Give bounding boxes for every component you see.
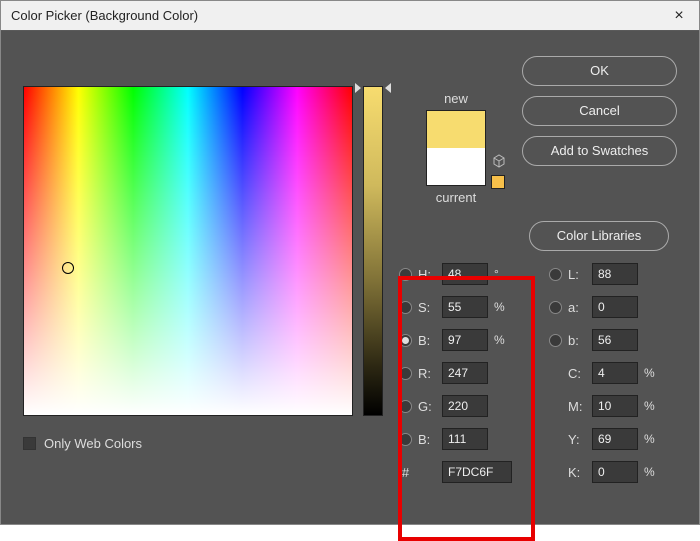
b-lab-input[interactable]: 56 xyxy=(592,329,638,351)
color-swatch-pair xyxy=(426,110,486,186)
blue-radio[interactable] xyxy=(399,433,412,446)
hue-unit: ° xyxy=(494,267,510,281)
hsb-rgb-column: H: 48 ° S: 55 % B: 97 % xyxy=(399,261,512,485)
green-label: G: xyxy=(418,399,436,414)
current-color-label: current xyxy=(411,190,501,205)
hue-row: H: 48 ° xyxy=(399,261,512,287)
lab-cmyk-column: L: 88 a: 0 b: 56 C: xyxy=(549,261,660,485)
l-radio[interactable] xyxy=(549,268,562,281)
window-title: Color Picker (Background Color) xyxy=(11,8,198,23)
only-web-colors-checkbox[interactable] xyxy=(23,437,36,450)
brightness-row: B: 97 % xyxy=(399,327,512,353)
hue-input[interactable]: 48 xyxy=(442,263,488,285)
web-safe-swatch[interactable] xyxy=(491,175,505,189)
blue-row: B: 111 xyxy=(399,426,512,452)
color-preview: new current xyxy=(411,91,501,205)
b-lab-radio[interactable] xyxy=(549,334,562,347)
only-web-colors-label: Only Web Colors xyxy=(44,436,142,451)
magenta-row: M: 10 % xyxy=(549,393,660,419)
hue-slider[interactable] xyxy=(363,86,383,416)
b-lab-label: b: xyxy=(568,333,586,348)
gamut-warning-icon[interactable] xyxy=(491,153,507,169)
magenta-label: M: xyxy=(568,399,586,414)
yellow-input[interactable]: 69 xyxy=(592,428,638,450)
saturation-label: S: xyxy=(418,300,436,315)
a-row: a: 0 xyxy=(549,294,660,320)
l-label: L: xyxy=(568,267,586,282)
action-buttons: OK Cancel Add to Swatches xyxy=(522,56,677,166)
hue-slider-thumb-right[interactable] xyxy=(385,83,391,93)
add-to-swatches-button[interactable]: Add to Swatches xyxy=(522,136,677,166)
brightness-unit: % xyxy=(494,333,510,347)
new-color-label: new xyxy=(411,91,501,106)
black-input[interactable]: 0 xyxy=(592,461,638,483)
color-field[interactable] xyxy=(23,86,353,416)
only-web-colors-option[interactable]: Only Web Colors xyxy=(23,436,142,451)
brightness-label: B: xyxy=(418,333,436,348)
ok-button[interactable]: OK xyxy=(522,56,677,86)
black-unit: % xyxy=(644,465,660,479)
color-libraries-button[interactable]: Color Libraries xyxy=(529,221,669,251)
l-row: L: 88 xyxy=(549,261,660,287)
black-row: K: 0 % xyxy=(549,459,660,485)
brightness-input[interactable]: 97 xyxy=(442,329,488,351)
saturation-unit: % xyxy=(494,300,510,314)
red-input[interactable]: 247 xyxy=(442,362,488,384)
cyan-label: C: xyxy=(568,366,586,381)
cyan-input[interactable]: 4 xyxy=(592,362,638,384)
a-radio[interactable] xyxy=(549,301,562,314)
dialog-body: Only Web Colors new current OK Cancel Ad… xyxy=(1,31,699,524)
blue-label: B: xyxy=(418,432,436,447)
brightness-radio[interactable] xyxy=(399,334,412,347)
red-row: R: 247 xyxy=(399,360,512,386)
green-radio[interactable] xyxy=(399,400,412,413)
close-icon[interactable]: × xyxy=(669,7,689,25)
hue-radio[interactable] xyxy=(399,268,412,281)
green-row: G: 220 xyxy=(399,393,512,419)
saturation-input[interactable]: 55 xyxy=(442,296,488,318)
a-label: a: xyxy=(568,300,586,315)
red-radio[interactable] xyxy=(399,367,412,380)
current-color-swatch[interactable] xyxy=(427,148,485,185)
a-input[interactable]: 0 xyxy=(592,296,638,318)
saturation-radio[interactable] xyxy=(399,301,412,314)
cyan-unit: % xyxy=(644,366,660,380)
red-label: R: xyxy=(418,366,436,381)
yellow-label: Y: xyxy=(568,432,586,447)
yellow-row: Y: 69 % xyxy=(549,426,660,452)
cyan-row: C: 4 % xyxy=(549,360,660,386)
hex-label: # xyxy=(399,465,412,480)
titlebar: Color Picker (Background Color) × xyxy=(1,1,699,31)
color-picker-cursor xyxy=(62,262,74,274)
cancel-button[interactable]: Cancel xyxy=(522,96,677,126)
hex-input[interactable]: F7DC6F xyxy=(442,461,512,483)
l-input[interactable]: 88 xyxy=(592,263,638,285)
hue-slider-thumb-left[interactable] xyxy=(355,83,361,93)
green-input[interactable]: 220 xyxy=(442,395,488,417)
magenta-unit: % xyxy=(644,399,660,413)
yellow-unit: % xyxy=(644,432,660,446)
saturation-row: S: 55 % xyxy=(399,294,512,320)
hue-label: H: xyxy=(418,267,436,282)
black-label: K: xyxy=(568,465,586,480)
magenta-input[interactable]: 10 xyxy=(592,395,638,417)
blue-input[interactable]: 111 xyxy=(442,428,488,450)
hex-row: # F7DC6F xyxy=(399,459,512,485)
color-picker-dialog: Color Picker (Background Color) × Only W… xyxy=(0,0,700,525)
new-color-swatch[interactable] xyxy=(427,111,485,148)
b-lab-row: b: 56 xyxy=(549,327,660,353)
